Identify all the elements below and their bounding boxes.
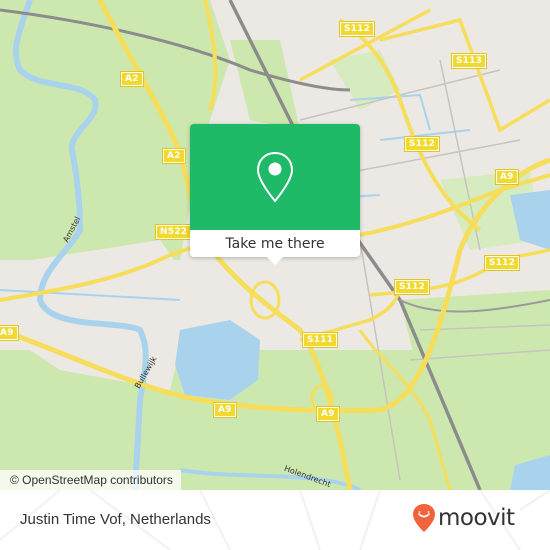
footer: Justin Time Vof, Netherlands moovit	[0, 490, 550, 550]
popup-pointer	[267, 257, 283, 265]
road-shield: S111	[301, 332, 339, 348]
popup-header	[190, 124, 360, 230]
brand-name: moovit	[438, 505, 515, 531]
road-shield: A9	[213, 402, 237, 418]
road-shield: S112	[403, 136, 441, 152]
road-shield: A9	[0, 325, 19, 341]
road-shield: A9	[495, 169, 519, 185]
road-shield: N522	[154, 224, 193, 240]
road-shield: S113	[450, 53, 488, 69]
road-shield: A9	[316, 406, 340, 422]
road-s111	[299, 279, 402, 342]
road-shield: S112	[393, 279, 431, 295]
place-name: Justin Time Vof, Netherlands	[20, 511, 211, 528]
take-me-there-button[interactable]: Take me there	[190, 230, 360, 257]
road-shield: A2	[120, 71, 144, 87]
location-pin-icon	[256, 151, 294, 203]
road-shield: S112	[483, 255, 521, 271]
osm-attribution[interactable]: © OpenStreetMap contributors	[0, 470, 181, 490]
road-shield: S112	[338, 21, 376, 37]
moovit-pin-logo-icon	[413, 504, 435, 532]
road-shield: A2	[162, 148, 186, 164]
location-popup: Take me there	[190, 124, 360, 265]
map-view[interactable]: S112 S113 A2 A2 S112 A9 N522 S112 S112 S…	[0, 0, 550, 490]
moovit-logo[interactable]: moovit	[412, 503, 515, 533]
